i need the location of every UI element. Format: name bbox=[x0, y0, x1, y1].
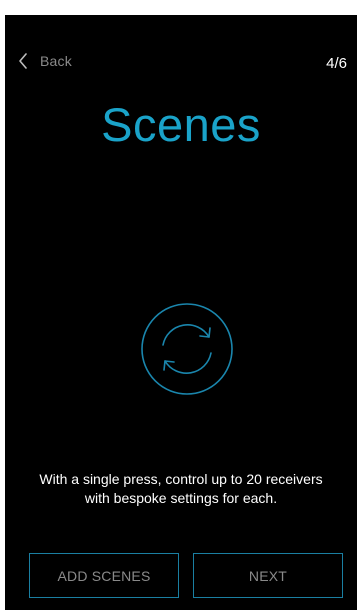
page-title: Scenes bbox=[101, 98, 261, 151]
add-scenes-button[interactable]: ADD SCENES bbox=[29, 553, 179, 598]
chevron-left-icon bbox=[19, 53, 27, 69]
back-label: Back bbox=[40, 53, 72, 69]
step-counter: 4/6 bbox=[326, 55, 347, 72]
sync-cycle-icon bbox=[141, 303, 233, 395]
back-button[interactable]: Back bbox=[18, 51, 72, 71]
feature-description: With a single press, control up to 20 re… bbox=[39, 471, 323, 506]
onboarding-screen: Back 4/6 Scenes With a single press, con… bbox=[5, 15, 357, 610]
next-button[interactable]: NEXT bbox=[193, 553, 343, 598]
